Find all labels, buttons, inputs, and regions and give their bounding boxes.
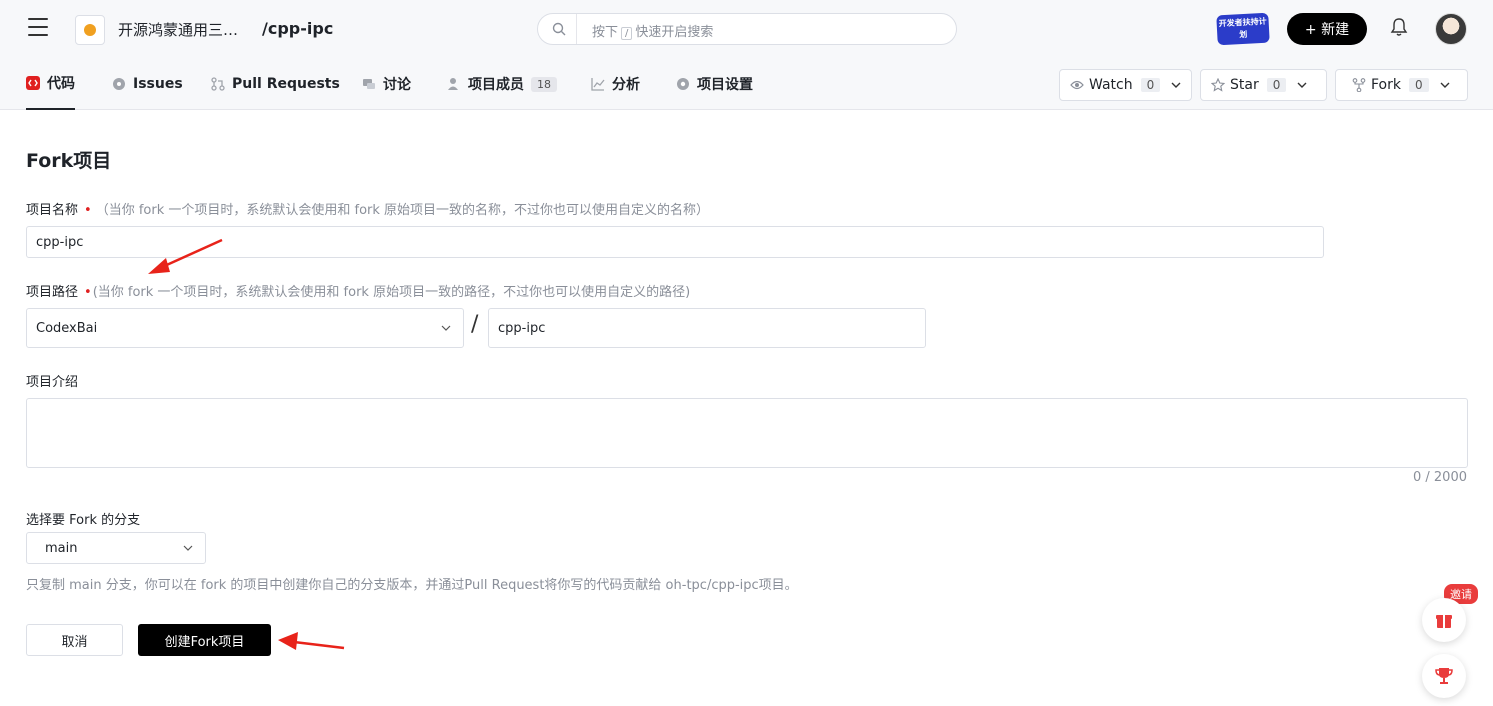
- gift-button[interactable]: [1422, 598, 1466, 642]
- chevron-down-icon: [1171, 82, 1181, 88]
- tab-pull-requests[interactable]: Pull Requests: [211, 58, 340, 110]
- members-count: 18: [531, 76, 557, 92]
- menu-icon[interactable]: [28, 18, 48, 38]
- search-placeholder: 按下 / 快速开启搜索: [592, 25, 714, 40]
- path-separator: /: [471, 312, 479, 337]
- tab-discussion[interactable]: 讨论: [362, 58, 411, 110]
- chevron-down-icon: [1440, 82, 1450, 88]
- chevron-down-icon: [441, 325, 451, 331]
- eye-icon: [1070, 80, 1084, 90]
- cancel-button[interactable]: 取消: [26, 624, 123, 656]
- project-path-label: 项目路径 •(当你 fork 一个项目时，系统默认会使用和 fork 原始项目一致…: [26, 285, 691, 300]
- developer-program-badge[interactable]: 开发者扶持计划: [1216, 12, 1270, 46]
- tab-code[interactable]: 代码: [26, 58, 75, 110]
- tab-settings[interactable]: 项目设置: [676, 58, 753, 110]
- create-fork-button[interactable]: 创建Fork项目: [138, 624, 271, 656]
- watch-button[interactable]: Watch 0: [1059, 69, 1192, 101]
- bell-icon[interactable]: [1390, 17, 1408, 37]
- branch-select[interactable]: main: [26, 532, 206, 564]
- avatar[interactable]: [1435, 13, 1467, 45]
- namespace-select[interactable]: CodexBai: [26, 308, 464, 348]
- chevron-down-icon: [1297, 82, 1307, 88]
- members-icon: [448, 78, 458, 90]
- project-description-label: 项目介绍: [26, 375, 79, 390]
- chevron-down-icon: [183, 545, 193, 551]
- trophy-button[interactable]: [1422, 654, 1466, 698]
- description-char-counter: 0 / 2000: [1413, 470, 1467, 485]
- project-path-input[interactable]: cpp-ipc: [488, 308, 926, 348]
- settings-icon: [677, 78, 689, 90]
- repo-name[interactable]: /cpp-ipc: [262, 19, 333, 38]
- code-icon: [26, 76, 40, 90]
- annotation-arrow-icon: [148, 238, 223, 274]
- project-name-label: 项目名称 • （当你 fork 一个项目时，系统默认会使用和 fork 原始项目一致…: [26, 203, 710, 218]
- org-name[interactable]: 开源鸿蒙通用三…: [118, 19, 238, 40]
- search-icon: [552, 22, 566, 36]
- discussion-icon: [363, 79, 375, 89]
- new-button[interactable]: + 新建: [1287, 13, 1367, 45]
- tab-analytics[interactable]: 分析: [591, 58, 640, 110]
- pull-request-icon: [211, 77, 225, 91]
- branch-label: 选择要 Fork 的分支: [26, 513, 141, 528]
- search-input[interactable]: 按下 / 快速开启搜索: [537, 13, 957, 45]
- tab-issues[interactable]: Issues: [112, 58, 183, 110]
- issues-icon: [113, 78, 125, 90]
- star-icon: [1211, 78, 1225, 92]
- org-logo[interactable]: [75, 15, 105, 45]
- gift-icon: [1436, 615, 1452, 628]
- page-title: Fork项目: [26, 150, 112, 172]
- annotation-arrow-icon: [278, 632, 345, 650]
- project-description-textarea[interactable]: [26, 398, 1468, 468]
- branch-note: 只复制 main 分支，你可以在 fork 的项目中创建你自己的分支版本，并通过…: [26, 578, 798, 593]
- tab-members[interactable]: 项目成员 18: [447, 58, 557, 110]
- trophy-icon: [1435, 668, 1453, 684]
- analytics-icon: [591, 78, 605, 91]
- top-bar: 开源鸿蒙通用三… /cpp-ipc 按下 / 快速开启搜索 开发者扶持计划 + 新建: [0, 0, 1493, 58]
- star-button[interactable]: Star 0: [1200, 69, 1327, 101]
- fork-icon: [1352, 78, 1366, 92]
- fork-button[interactable]: Fork 0: [1335, 69, 1468, 101]
